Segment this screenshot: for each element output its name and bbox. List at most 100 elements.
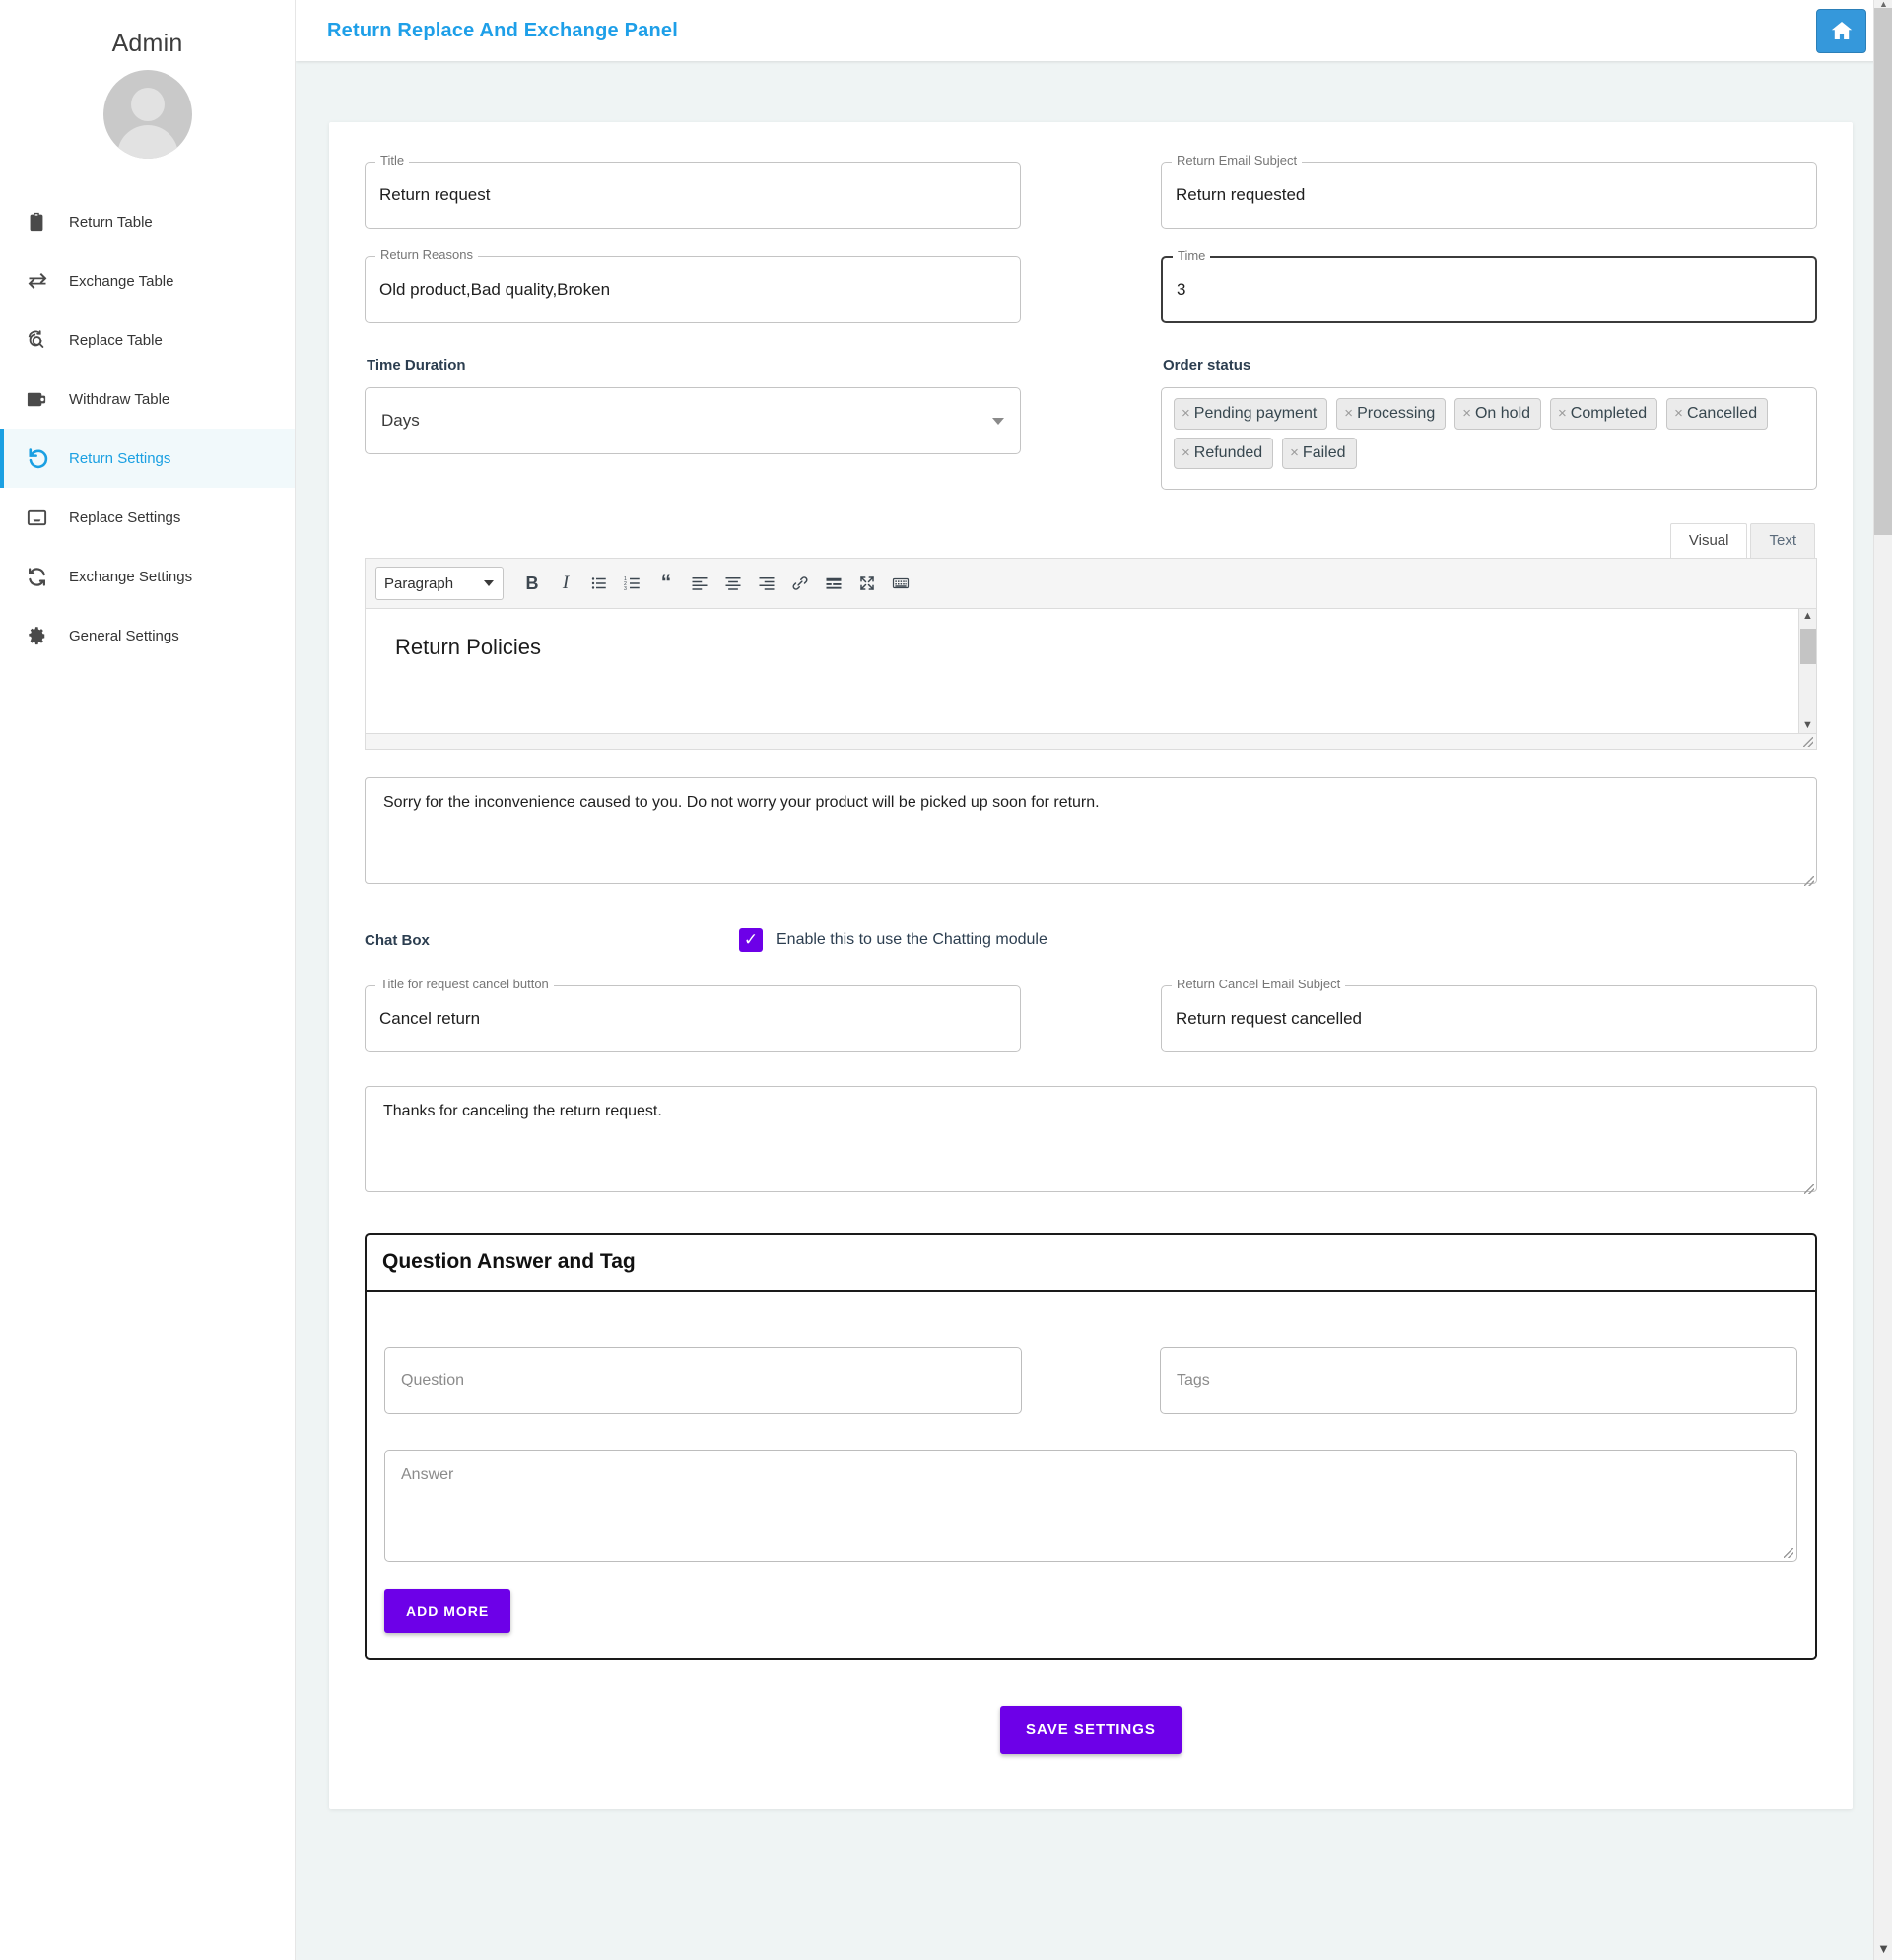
- link-icon[interactable]: [785, 569, 815, 598]
- editor-content-text: Return Policies: [395, 635, 541, 659]
- sidebar-item-withdraw-table[interactable]: Withdraw Table: [0, 370, 295, 429]
- editor-scroll-thumb[interactable]: [1800, 629, 1816, 664]
- exchange-arrows-icon: [26, 269, 59, 293]
- sidebar-item-general-settings[interactable]: General Settings: [0, 606, 295, 665]
- title-field-value: Return request: [379, 185, 491, 204]
- cancel-message-wrap: [365, 1080, 1817, 1197]
- settings-card: Title Return request Return Reasons Old …: [329, 122, 1853, 1809]
- sidebar-item-exchange-settings[interactable]: Exchange Settings: [0, 547, 295, 606]
- answer-input[interactable]: Answer: [384, 1450, 1797, 1562]
- remove-icon[interactable]: ×: [1182, 405, 1190, 422]
- status-chip[interactable]: × Processing: [1336, 398, 1447, 430]
- italic-icon[interactable]: I: [551, 569, 580, 598]
- qa-input-row: Question Tags: [384, 1347, 1797, 1414]
- inbox-icon: [26, 507, 59, 529]
- status-chip[interactable]: × Refunded: [1174, 438, 1274, 469]
- status-chip[interactable]: × Pending payment: [1174, 398, 1328, 430]
- return-reasons-field[interactable]: Return Reasons Old product,Bad quality,B…: [365, 248, 1021, 323]
- resize-grip-icon[interactable]: [1784, 1548, 1793, 1558]
- wallet-icon: [26, 388, 59, 411]
- page-scroll-thumb[interactable]: [1874, 8, 1892, 535]
- time-duration-select[interactable]: Days: [365, 387, 1021, 454]
- resize-grip-icon[interactable]: [1804, 876, 1814, 886]
- chevron-down-icon: [484, 580, 494, 586]
- remove-icon[interactable]: ×: [1558, 405, 1567, 422]
- gear-icon: [26, 625, 59, 646]
- refresh-cycle-icon: [26, 566, 59, 588]
- cancel-button-title-legend: Title for request cancel button: [375, 978, 554, 990]
- tab-visual[interactable]: Visual: [1669, 523, 1748, 558]
- read-more-icon[interactable]: [819, 569, 848, 598]
- title-field[interactable]: Title Return request: [365, 154, 1021, 229]
- return-reasons-legend: Return Reasons: [375, 248, 478, 261]
- remove-icon[interactable]: ×: [1344, 405, 1353, 422]
- sidebar-item-return-table[interactable]: Return Table: [0, 192, 295, 251]
- tags-input[interactable]: Tags: [1160, 1347, 1797, 1414]
- avatar-body: [116, 125, 178, 159]
- editor-content[interactable]: Return Policies ▲ ▼: [366, 609, 1816, 733]
- content-scroll-area[interactable]: Title Return request Return Reasons Old …: [296, 122, 1892, 1960]
- home-button[interactable]: [1816, 8, 1866, 53]
- editor-toolbar: Paragraph B I 123 “: [366, 559, 1816, 609]
- remove-icon[interactable]: ×: [1462, 405, 1471, 422]
- remove-icon[interactable]: ×: [1290, 444, 1299, 461]
- return-message-textarea[interactable]: [365, 777, 1817, 884]
- sidebar-item-label: Withdraw Table: [69, 390, 170, 408]
- fullscreen-icon[interactable]: [852, 569, 882, 598]
- tab-text[interactable]: Text: [1750, 523, 1815, 558]
- cancel-button-title-field[interactable]: Title for request cancel button Cancel r…: [365, 978, 1021, 1052]
- enable-chat-checkbox[interactable]: ✓: [739, 928, 763, 952]
- form-row-2: Time Duration Days Order status × Pending…: [365, 351, 1817, 490]
- bulleted-list-icon[interactable]: [584, 569, 614, 598]
- chevron-down-icon: [992, 417, 1004, 425]
- save-settings-button[interactable]: SAVE SETTINGS: [1000, 1706, 1182, 1754]
- scroll-down-icon[interactable]: ▼: [1802, 720, 1813, 731]
- blockquote-icon[interactable]: “: [651, 569, 681, 598]
- order-status-label: Order status: [1163, 357, 1251, 373]
- remove-icon[interactable]: ×: [1182, 444, 1190, 461]
- format-select[interactable]: Paragraph: [375, 567, 504, 600]
- undo-arrow-icon: [26, 445, 59, 471]
- sidebar-item-replace-settings[interactable]: Replace Settings: [0, 488, 295, 547]
- return-email-subject-field[interactable]: Return Email Subject Return requested: [1161, 154, 1817, 229]
- numbered-list-icon[interactable]: 123: [618, 569, 647, 598]
- cancel-title-col: Title for request cancel button Cancel r…: [365, 978, 1021, 1080]
- bold-icon[interactable]: B: [517, 569, 547, 598]
- sidebar-item-replace-table[interactable]: Replace Table: [0, 310, 295, 370]
- editor-scrollbar[interactable]: ▲ ▼: [1798, 609, 1816, 733]
- remove-icon[interactable]: ×: [1674, 405, 1683, 422]
- time-field-value: 3: [1177, 280, 1186, 299]
- align-center-icon[interactable]: [718, 569, 748, 598]
- sidebar-nav: Return Table Exchange Table Replace Tabl…: [0, 192, 295, 665]
- admin-title: Admin: [111, 30, 183, 57]
- app-root: Admin Return Table Exchange Table Replac…: [0, 0, 1892, 1960]
- toolbar-toggle-icon[interactable]: [886, 569, 915, 598]
- qa-panel: Question Answer and Tag Question Tags An…: [365, 1233, 1817, 1660]
- status-chip-label: On hold: [1474, 404, 1531, 422]
- page-scrollbar[interactable]: ▲ ▼: [1873, 0, 1892, 1960]
- order-status-chips[interactable]: × Pending payment × Processing × On hold × C…: [1161, 387, 1817, 490]
- scroll-down-icon[interactable]: ▼: [1874, 1940, 1892, 1956]
- status-chip[interactable]: × Cancelled: [1666, 398, 1769, 430]
- answer-placeholder: Answer: [401, 1466, 454, 1483]
- cancel-button-title-value: Cancel return: [379, 1009, 481, 1028]
- save-settings-wrap: SAVE SETTINGS: [365, 1706, 1817, 1754]
- cancel-message-textarea[interactable]: [365, 1086, 1817, 1192]
- time-field[interactable]: Time 3: [1161, 249, 1817, 323]
- question-input[interactable]: Question: [384, 1347, 1022, 1414]
- status-chip[interactable]: × On hold: [1454, 398, 1542, 430]
- add-more-button[interactable]: ADD MORE: [384, 1589, 511, 1633]
- resize-grip-icon[interactable]: [1804, 1184, 1814, 1194]
- avatar: [102, 70, 192, 159]
- status-chip[interactable]: × Failed: [1282, 438, 1357, 469]
- status-chip[interactable]: × Completed: [1550, 398, 1658, 430]
- scroll-up-icon[interactable]: ▲: [1874, 0, 1892, 9]
- cancel-email-subject-field[interactable]: Return Cancel Email Subject Return reque…: [1161, 978, 1817, 1052]
- align-right-icon[interactable]: [752, 569, 781, 598]
- sidebar-item-return-settings[interactable]: Return Settings: [0, 429, 295, 488]
- sidebar-item-exchange-table[interactable]: Exchange Table: [0, 251, 295, 310]
- scroll-up-icon[interactable]: ▲: [1802, 611, 1813, 622]
- return-email-subject-legend: Return Email Subject: [1172, 154, 1303, 167]
- align-left-icon[interactable]: [685, 569, 714, 598]
- resize-grip-icon[interactable]: [1803, 737, 1813, 747]
